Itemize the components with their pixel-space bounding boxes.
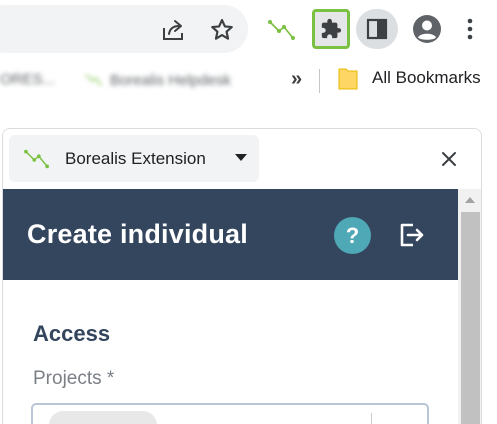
puzzle-icon	[321, 18, 342, 39]
bookmark-item[interactable]: Borealis Helpdesk	[84, 71, 231, 89]
more-bookmarks-chevron-icon[interactable]: »	[291, 68, 302, 91]
projects-select[interactable]	[31, 403, 429, 424]
extensions-button[interactable]	[312, 9, 350, 49]
bookmark-star-icon[interactable]	[207, 15, 237, 45]
bookmark-label: Borealis Helpdesk	[110, 71, 231, 89]
projects-label: Projects *	[33, 368, 115, 389]
scrollbar[interactable]	[458, 189, 481, 424]
extension-selector-dropdown[interactable]: Borealis Extension	[9, 135, 259, 182]
account-circle-icon	[413, 15, 441, 43]
borealis-icon	[24, 149, 49, 168]
bookmark-item[interactable]: ORES...	[0, 71, 55, 88]
all-bookmarks-button[interactable]: All Bookmarks	[338, 66, 481, 90]
share-icon[interactable]	[159, 16, 187, 44]
scroll-thumb[interactable]	[461, 212, 480, 424]
bookmarks-divider	[319, 69, 320, 93]
browser-menu-button[interactable]	[460, 14, 480, 44]
form-area: Access Projects *	[3, 280, 458, 424]
browser-toolbar	[0, 0, 497, 58]
page-title: Create individual	[27, 219, 248, 249]
help-icon[interactable]: ?	[334, 217, 371, 254]
close-icon[interactable]	[439, 149, 459, 169]
section-title: Access	[33, 321, 111, 346]
side-panel-button[interactable]	[356, 9, 398, 49]
borealis-icon	[85, 74, 102, 86]
scroll-up-arrow-icon[interactable]	[465, 197, 475, 203]
extension-panel: Borealis Extension Create individual ? A…	[2, 128, 482, 424]
app-header: Create individual ?	[3, 189, 458, 280]
panel-header: Borealis Extension	[3, 129, 481, 189]
profile-button[interactable]	[407, 11, 447, 47]
folder-icon	[338, 68, 358, 90]
input-divider	[371, 413, 372, 424]
dropdown-arrow-icon	[235, 154, 247, 161]
bookmarks-bar: ORES... Borealis Helpdesk » All Bookmark…	[0, 60, 497, 100]
side-panel-icon	[366, 18, 388, 40]
all-bookmarks-label: All Bookmarks	[372, 68, 481, 87]
extension-name: Borealis Extension	[65, 148, 206, 168]
borealis-extension-icon[interactable]	[267, 16, 297, 44]
logout-icon[interactable]	[396, 220, 426, 250]
more-vert-icon	[467, 18, 473, 40]
project-chip[interactable]	[49, 411, 157, 424]
